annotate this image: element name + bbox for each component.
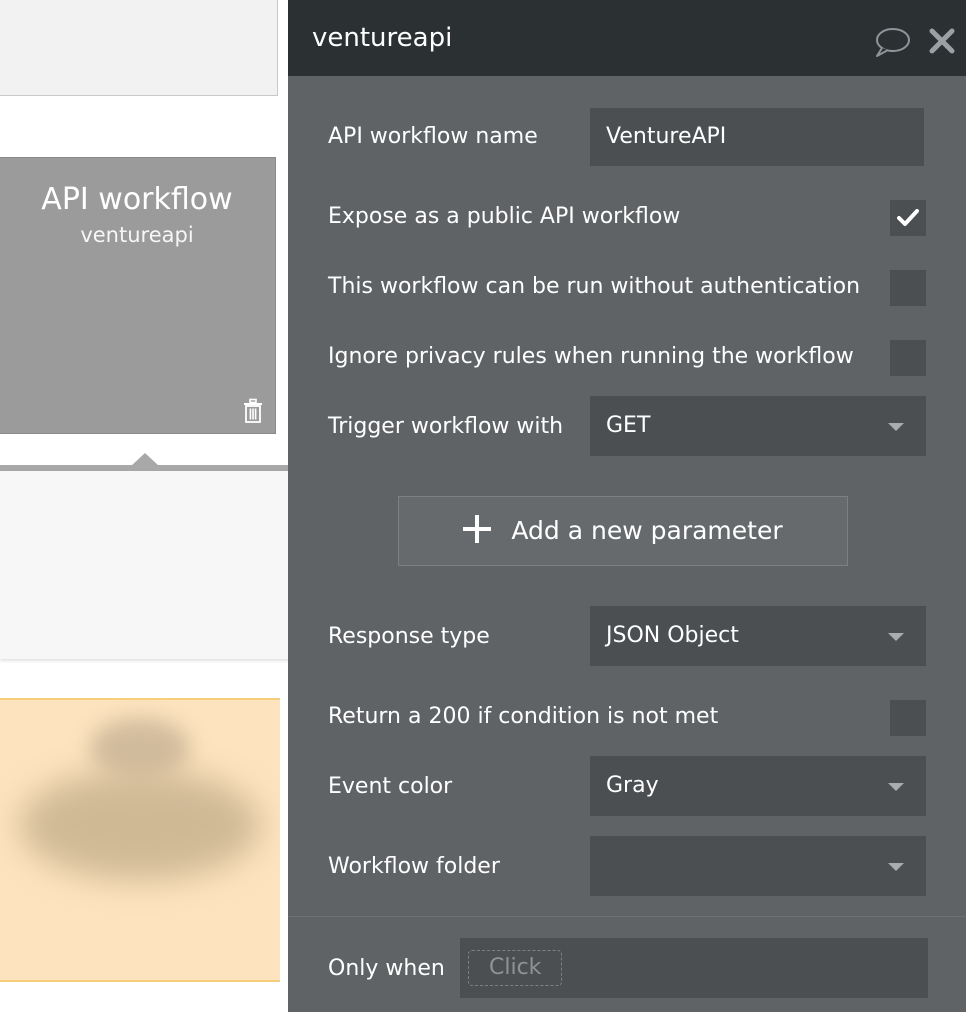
only-when-condition-field[interactable]: Click	[460, 938, 928, 998]
expose-public-checkbox[interactable]	[890, 200, 926, 236]
trigger-method-value: GET	[606, 413, 651, 438]
blurred-shape	[90, 718, 190, 778]
blurred-canvas-card[interactable]	[0, 698, 280, 982]
response-type-value: JSON Object	[606, 623, 739, 648]
no-auth-label: This workflow can be run without authent…	[328, 274, 861, 299]
blurred-shape	[20, 770, 260, 880]
add-parameter-label: Add a new parameter	[511, 516, 783, 545]
response-type-dropdown[interactable]: JSON Object	[590, 606, 926, 666]
workflow-folder-dropdown[interactable]	[590, 836, 926, 896]
property-editor-panel: ventureapi API workflow name VentureAPI …	[288, 0, 966, 1012]
api-card-title: API workflow	[41, 182, 233, 217]
trigger-method-dropdown[interactable]: GET	[590, 396, 926, 456]
chevron-down-icon	[888, 783, 904, 791]
add-parameter-button[interactable]: Add a new parameter	[398, 496, 848, 566]
trigger-label: Trigger workflow with	[328, 414, 564, 439]
comment-bubble-icon[interactable]	[873, 26, 911, 58]
canvas-element-top[interactable]	[0, 0, 278, 96]
workflow-name-input[interactable]: VentureAPI	[590, 108, 924, 166]
only-when-click-placeholder[interactable]: Click	[468, 950, 563, 986]
expose-public-label: Expose as a public API workflow	[328, 204, 681, 229]
ignore-privacy-checkbox[interactable]	[890, 340, 926, 376]
no-auth-checkbox[interactable]	[890, 270, 926, 306]
canvas-empty-area	[0, 471, 290, 659]
return-200-checkbox[interactable]	[890, 700, 926, 736]
checkmark-icon	[897, 209, 919, 226]
event-color-dropdown[interactable]: Gray	[590, 756, 926, 816]
ignore-privacy-label: Ignore privacy rules when running the wo…	[328, 344, 854, 369]
section-divider	[288, 916, 966, 917]
workflow-name-label: API workflow name	[328, 124, 538, 149]
panel-header: ventureapi	[288, 0, 966, 76]
event-color-label: Event color	[328, 774, 453, 799]
trash-icon[interactable]	[241, 398, 265, 424]
workflow-folder-label: Workflow folder	[328, 854, 500, 879]
return-200-label: Return a 200 if condition is not met	[328, 704, 719, 729]
chevron-down-icon	[888, 423, 904, 431]
api-card-subtitle: ventureapi	[80, 223, 194, 247]
chevron-down-icon	[888, 633, 904, 641]
api-workflow-card[interactable]: API workflow ventureapi	[0, 157, 276, 434]
only-when-label: Only when	[328, 956, 445, 981]
response-type-label: Response type	[328, 624, 490, 649]
chevron-down-icon	[888, 863, 904, 871]
panel-title: ventureapi	[312, 23, 453, 53]
plus-icon	[463, 515, 492, 543]
close-icon[interactable]	[928, 27, 956, 55]
event-color-value: Gray	[606, 773, 659, 798]
